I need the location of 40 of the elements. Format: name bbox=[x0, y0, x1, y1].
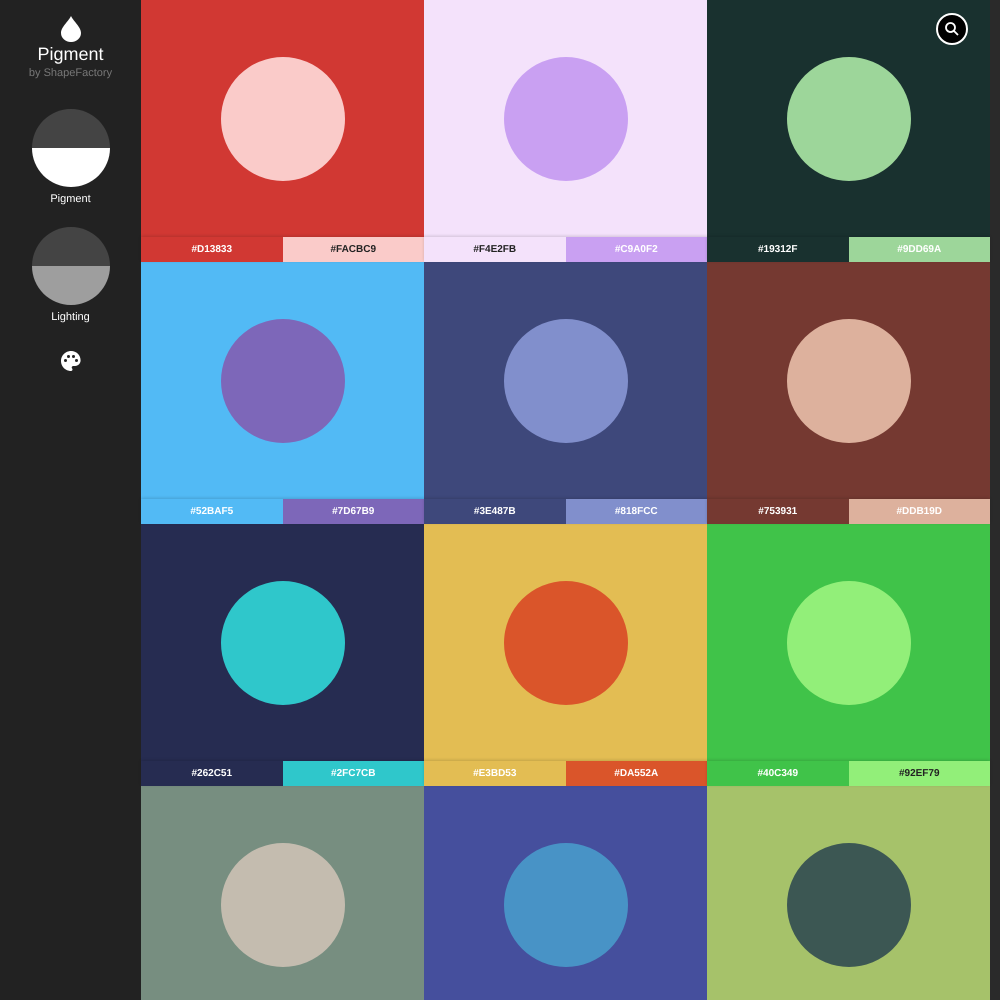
color-swatch[interactable] bbox=[707, 262, 990, 499]
hex-label: #7D67B9 bbox=[282, 499, 424, 524]
mode-button[interactable]: Pigment bbox=[32, 109, 110, 205]
hex-label: #9DD69A bbox=[848, 237, 990, 262]
app-title: Pigment bbox=[37, 44, 104, 65]
color-swatch[interactable] bbox=[707, 524, 990, 761]
drop-icon bbox=[60, 16, 80, 42]
half-circle-icon bbox=[32, 109, 110, 187]
hex-label: #F4E2FB bbox=[424, 237, 566, 262]
color-swatch[interactable] bbox=[141, 524, 424, 761]
hex-label: #DA552A bbox=[566, 761, 707, 786]
hex-label: #818FCC bbox=[566, 499, 707, 524]
color-swatch[interactable] bbox=[141, 262, 424, 499]
color-swatch[interactable] bbox=[141, 786, 424, 1000]
hex-label: #92EF79 bbox=[848, 761, 990, 786]
hex-label: #52BAF5 bbox=[141, 499, 282, 524]
hex-label: #40C349 bbox=[707, 761, 848, 786]
half-circle-icon bbox=[32, 227, 110, 305]
color-swatch[interactable] bbox=[141, 0, 424, 237]
hex-label: #2FC7CB bbox=[282, 761, 424, 786]
color-swatch[interactable] bbox=[707, 0, 990, 237]
color-swatch[interactable] bbox=[424, 524, 707, 761]
hex-label: #753931 bbox=[707, 499, 848, 524]
color-swatch[interactable] bbox=[424, 262, 707, 499]
hex-label: #FACBC9 bbox=[282, 237, 424, 262]
hex-label: #262C51 bbox=[141, 761, 282, 786]
hex-label: #C9A0F2 bbox=[566, 237, 707, 262]
hex-label: #DDB19D bbox=[848, 499, 990, 524]
color-swatch[interactable] bbox=[424, 0, 707, 237]
search-icon bbox=[943, 20, 961, 38]
hex-label: #19312F bbox=[707, 237, 848, 262]
scrollbar[interactable] bbox=[990, 0, 1000, 1000]
hex-label: #E3BD53 bbox=[424, 761, 566, 786]
mode-button[interactable]: Lighting bbox=[32, 227, 110, 323]
color-swatch[interactable] bbox=[707, 786, 990, 1000]
color-swatch[interactable] bbox=[424, 786, 707, 1000]
palette-icon[interactable] bbox=[58, 349, 82, 373]
hex-label: #3E487B bbox=[424, 499, 566, 524]
app-subtitle: by ShapeFactory bbox=[28, 67, 112, 79]
hex-label: #D13833 bbox=[141, 237, 282, 262]
